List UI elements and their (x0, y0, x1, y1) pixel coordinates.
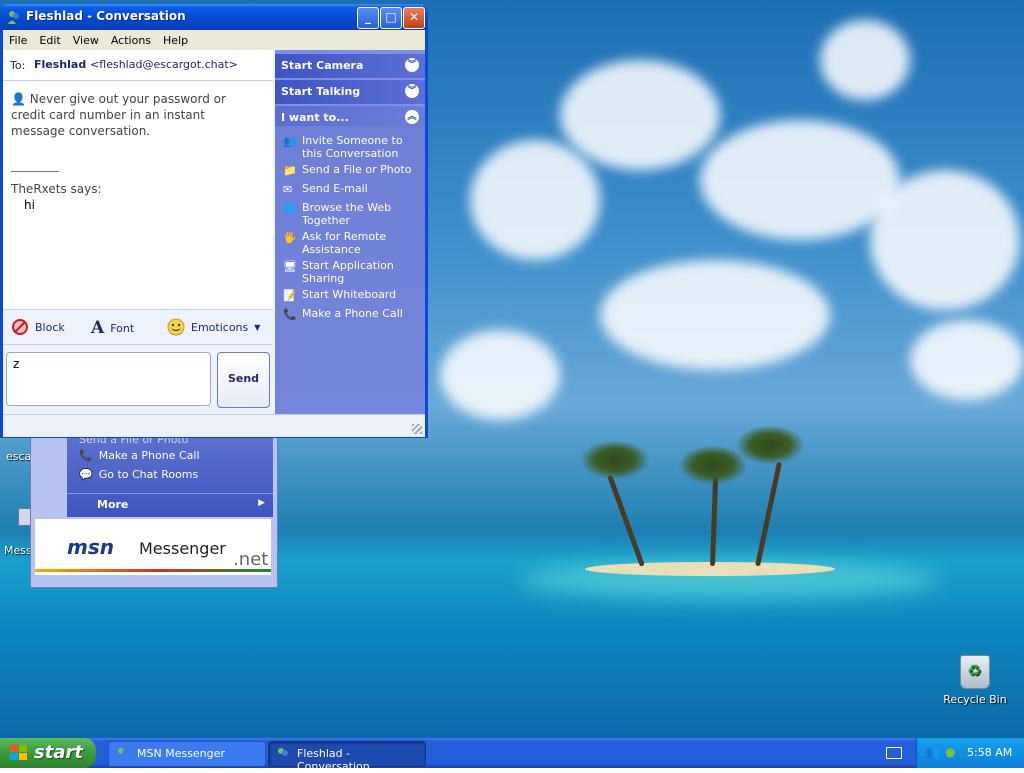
palm-trunk (755, 461, 782, 567)
network-icon[interactable]: 👥 (925, 745, 940, 759)
invite-icon: 👥 (283, 135, 297, 148)
start-button[interactable]: start (0, 738, 96, 768)
action-phone-call[interactable]: 📞 Make a Phone Call (283, 307, 423, 322)
action-invite[interactable]: 👥 Invite Someone to this Conversation (283, 134, 423, 160)
title-bar[interactable]: Fleshlad - Conversation _ □ ✕ (0, 4, 428, 30)
close-button[interactable]: ✕ (403, 7, 425, 29)
minimize-button[interactable]: _ (357, 7, 379, 29)
cloud (440, 330, 560, 420)
messenger-icon (8, 11, 19, 24)
keyboard-icon[interactable] (886, 747, 902, 759)
email-icon: ✉ (283, 183, 293, 196)
palm-trunk (607, 474, 645, 567)
block-button[interactable]: Block (11, 318, 65, 336)
action-send-email[interactable]: ✉ Send E-mail (283, 182, 423, 197)
whiteboard-icon: 📝 (283, 289, 297, 302)
action-remote-assistance[interactable]: 🖐 Ask for Remote Assistance (283, 230, 423, 256)
messenger-icon (118, 748, 128, 756)
menu-help[interactable]: Help (157, 34, 194, 47)
menu-edit[interactable]: Edit (33, 34, 66, 47)
maximize-button[interactable]: □ (380, 7, 402, 29)
msn-messenger-window[interactable]: Send a File or Photo 📞 Make a Phone Call… (30, 428, 278, 588)
cloud (470, 140, 600, 260)
conversation-window[interactable]: Fleshlad - Conversation _ □ ✕ File Edit … (0, 4, 428, 438)
conversation-client: To: Fleshlad <fleshlad@escargot.chat> 👤 … (3, 50, 425, 437)
sender-says: TheRxets says: (11, 182, 102, 196)
cloud (910, 320, 1024, 400)
contact-name[interactable]: Fleshlad <fleshlad@escargot.chat> (34, 58, 238, 71)
chevron-up-icon: ︽ (405, 110, 419, 124)
taskbar: start MSN Messenger Fleshlad - Conversat… (0, 738, 1024, 773)
cloud (560, 60, 720, 170)
more-button[interactable]: More ▶ (67, 493, 273, 516)
send-button[interactable]: Send (217, 352, 270, 408)
status-bar (3, 414, 425, 437)
start-talking-button[interactable]: Start Talking ︾ (275, 80, 425, 104)
logo-bar (35, 569, 271, 572)
message-input[interactable]: z (6, 352, 211, 406)
msn-logo: msn Messenger .net (35, 519, 271, 575)
security-warning: 👤 Never give out your password or credit… (11, 92, 226, 138)
windows-flag-icon (10, 745, 27, 760)
recycle-bin[interactable]: Recycle Bin (940, 655, 1010, 706)
phone-icon: 📞 (283, 308, 297, 321)
file-icon: 📁 (283, 164, 297, 177)
font-button[interactable]: A Font (91, 318, 134, 338)
menu-file[interactable]: File (3, 34, 33, 47)
cloud (820, 20, 910, 100)
to-bar: To: Fleshlad <fleshlad@escargot.chat> (3, 50, 273, 81)
cloud (700, 120, 900, 240)
recycle-bin-icon (960, 655, 990, 689)
recycle-bin-label: Recycle Bin (943, 693, 1007, 706)
to-label: To: (10, 59, 26, 72)
taskbar-conversation[interactable]: Fleshlad - Conversation (268, 741, 426, 773)
font-icon: A (91, 318, 105, 338)
action-browse-web[interactable]: 🌐 Browse the Web Together (283, 201, 423, 227)
message-text: hi (24, 198, 35, 212)
window-title: Fleshlad - Conversation (26, 9, 186, 23)
resize-grip[interactable] (412, 424, 422, 434)
arrow-right-icon: ▶ (258, 498, 265, 508)
cloud (870, 170, 1020, 310)
compose-area: z Send (3, 347, 273, 410)
separator (11, 171, 59, 172)
phone-icon: 📞 (79, 449, 93, 462)
chat-icon: 💬 (79, 468, 93, 481)
message-history[interactable]: 👤 Never give out your password or credit… (3, 81, 273, 310)
remote-assistance-icon: 🖐 (283, 231, 297, 244)
palm-leaves (735, 425, 805, 465)
task-pane: Start Camera ︾ Start Talking ︾ I want to… (275, 50, 425, 416)
action-whiteboard[interactable]: 📝 Start Whiteboard (283, 288, 423, 303)
action-send-file[interactable]: 📁 Send a File or Photo (283, 163, 423, 178)
palm-leaves (580, 440, 650, 480)
app-sharing-icon: 🖥 (283, 260, 297, 273)
cloud (600, 260, 830, 370)
system-tray: 👥 ● 5:58 AM (916, 738, 1024, 768)
chevron-down-icon: ︾ (405, 58, 419, 72)
contact-email: <fleshlad@escargot.chat> (90, 58, 238, 71)
menu-item-phone-call[interactable]: 📞 Make a Phone Call (79, 449, 200, 462)
warning-icon: 👤 (11, 92, 26, 106)
smiley-icon (167, 318, 185, 336)
chevron-down-icon: ︾ (405, 84, 419, 98)
dropdown-arrow-icon: ▼ (254, 322, 261, 332)
menu-actions[interactable]: Actions (105, 34, 157, 47)
messenger-tray-icon[interactable]: ● (945, 745, 955, 759)
menu-bar: File Edit View Actions Help (3, 30, 425, 50)
emoticons-button[interactable]: Emoticons ▼ (167, 318, 260, 336)
menu-item-chat-rooms[interactable]: 💬 Go to Chat Rooms (79, 468, 198, 481)
start-camera-button[interactable]: Start Camera ︾ (275, 54, 425, 78)
taskbar-msn-messenger[interactable]: MSN Messenger (108, 741, 266, 767)
menu-view[interactable]: View (67, 34, 105, 47)
block-icon (12, 319, 28, 335)
format-toolbar: Block A Font Emoticons ▼ (3, 310, 273, 345)
clock: 5:58 AM (967, 746, 1013, 759)
conversation-icon (278, 748, 288, 756)
action-app-sharing[interactable]: 🖥 Start Application Sharing (283, 259, 423, 285)
globe-icon: 🌐 (283, 202, 297, 215)
